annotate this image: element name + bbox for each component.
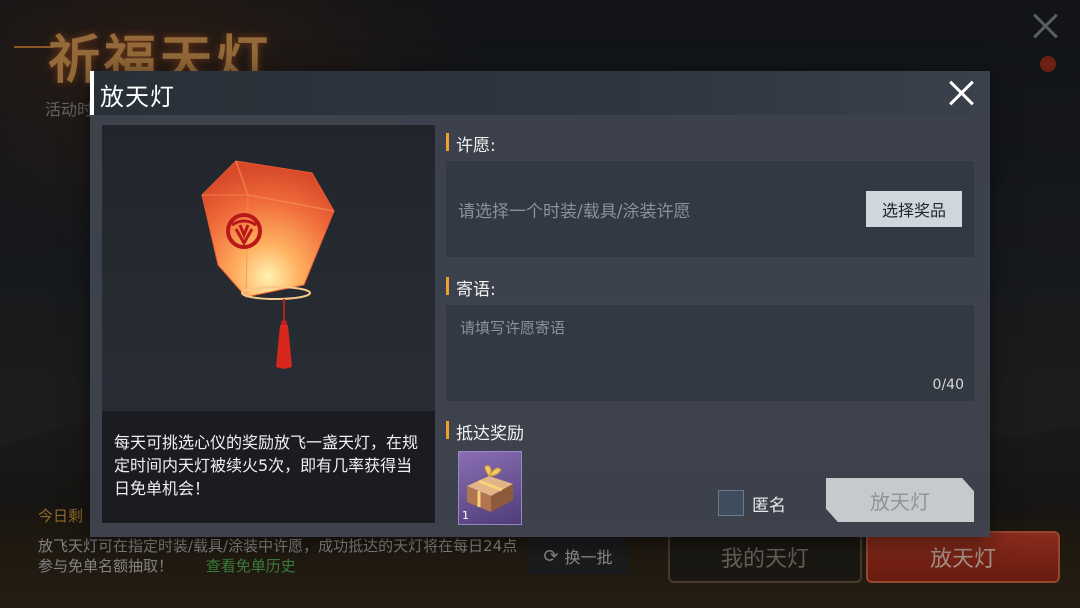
dialog-title: 放天灯: [100, 83, 175, 111]
message-label: 寄语:: [446, 275, 496, 300]
title-accent-bar: [90, 71, 94, 115]
anonymous-label: 匿名: [752, 496, 786, 516]
choose-prize-button[interactable]: 选择奖品: [866, 191, 962, 227]
reward-label: 抵达奖励: [446, 419, 524, 444]
close-icon[interactable]: [946, 77, 978, 109]
lantern-preview: [102, 125, 435, 411]
dialog-title-bar: 放天灯: [90, 71, 990, 115]
release-lantern-button[interactable]: 放天灯: [826, 478, 974, 522]
lantern-preview-panel: 每天可挑选心仪的奖励放飞一盏天灯，在规定时间内天灯被续火5次，即有几率获得当日免…: [102, 125, 435, 523]
wish-field[interactable]: 请选择一个时装/载具/涂装许愿 选择奖品: [446, 161, 974, 257]
reward-item-slot[interactable]: 1: [458, 451, 522, 525]
reward-item-count: 1: [462, 509, 469, 522]
anonymous-checkbox[interactable]: [718, 490, 744, 516]
sky-lantern-icon: [184, 155, 344, 375]
lantern-rules-box: 每天可挑选心仪的奖励放飞一盏天灯，在规定时间内天灯被续火5次，即有几率获得当日免…: [102, 411, 435, 523]
wish-placeholder: 请选择一个时装/载具/涂装许愿: [458, 202, 691, 222]
release-lantern-dialog: 放天灯 每天可挑选心仪的奖励放飞一盏天灯，在规定时间内天灯被续火5次，即有几率获…: [90, 71, 990, 537]
message-char-counter: 0/40: [932, 377, 964, 393]
message-box: 0/40: [446, 305, 974, 401]
lantern-rules-text: 每天可挑选心仪的奖励放飞一盏天灯，在规定时间内天灯被续火5次，即有几率获得当日免…: [114, 433, 419, 498]
message-input[interactable]: [458, 315, 962, 373]
wish-label: 许愿:: [446, 131, 496, 156]
